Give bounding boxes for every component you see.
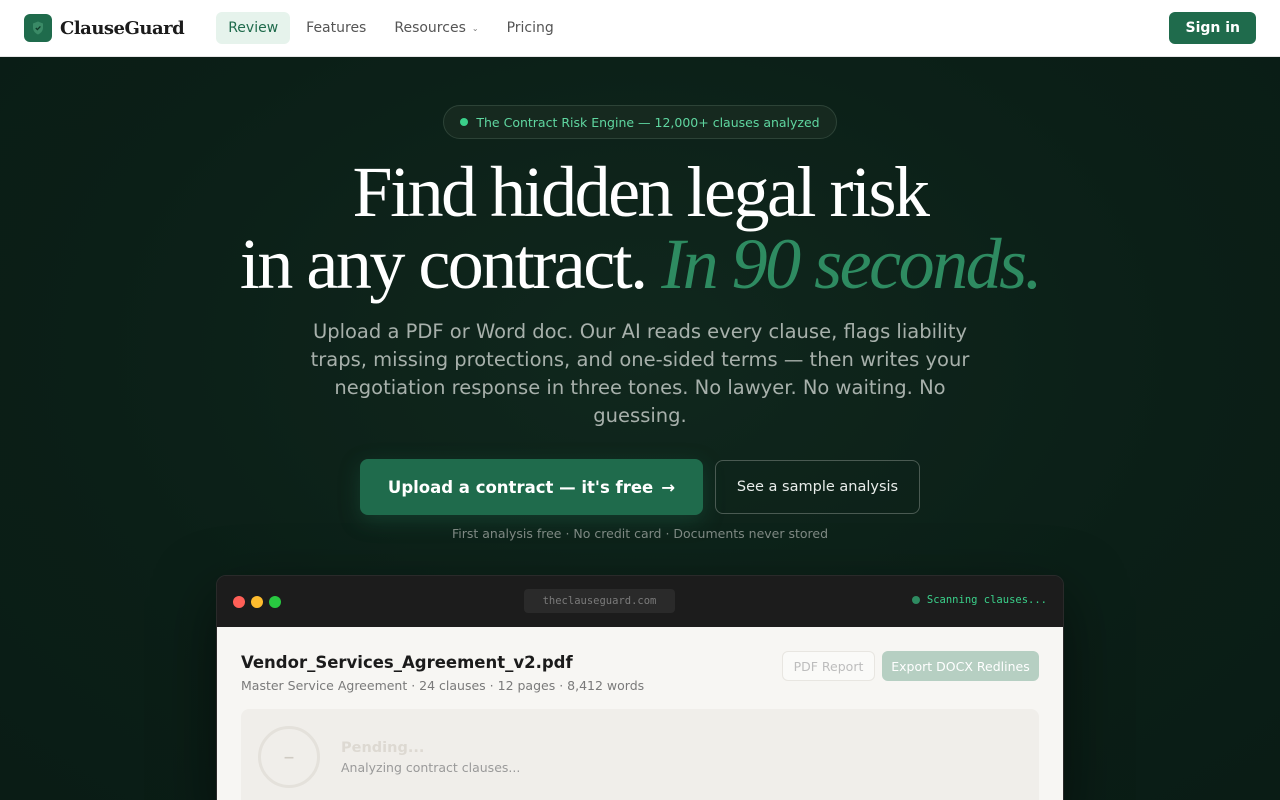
nav-link-resources[interactable]: Resources ⌄ <box>382 12 490 44</box>
hero-headline: Find hidden legal risk in any contract. … <box>0 156 1280 300</box>
pdf-report-button[interactable]: PDF Report <box>782 651 875 681</box>
headline-line-1: Find hidden legal risk <box>352 152 930 232</box>
close-window-icon <box>233 595 245 608</box>
hero-subtitle: Upload a PDF or Word doc. Our AI reads e… <box>310 320 970 427</box>
pending-title: Pending... <box>341 740 425 756</box>
headline-line-2-text: in any contract. <box>239 224 648 304</box>
nav-link-features[interactable]: Features <box>294 12 378 44</box>
brand-name: ClauseGuard <box>60 17 185 39</box>
app-preview-window: theclauseguard.com Scanning clauses... V… <box>216 575 1064 800</box>
maximize-window-icon <box>269 595 281 608</box>
hero-fineprint: First analysis free · No credit card · D… <box>451 526 829 541</box>
minimize-window-icon <box>251 595 263 608</box>
preview-content: Vendor_Services_Agreement_v2.pdf Master … <box>217 627 1063 800</box>
arrow-right-icon: → <box>661 477 676 497</box>
file-meta: Master Service Agreement · 24 clauses · … <box>241 678 645 693</box>
nav-link-review[interactable]: Review <box>216 12 291 44</box>
hero-badge-text: The Contract Risk Engine — 12,000+ claus… <box>476 114 820 130</box>
nav-link-pricing[interactable]: Pricing <box>495 12 566 44</box>
browser-chrome: theclauseguard.com Scanning clauses... <box>217 576 1063 627</box>
hero-badge: The Contract Risk Engine — 12,000+ claus… <box>443 105 837 139</box>
top-nav: ClauseGuard Review Features Resources ⌄ P… <box>0 0 1280 57</box>
risk-score-card: – Pending... Analyzing contract clauses.… <box>241 709 1039 800</box>
address-bar: theclauseguard.com <box>524 589 675 613</box>
nav-link-label: Pricing <box>506 20 554 36</box>
export-docx-button[interactable]: Export DOCX Redlines <box>882 651 1039 681</box>
file-name: Vendor_Services_Agreement_v2.pdf <box>241 653 573 672</box>
upload-contract-label: Upload a contract — it's free <box>387 477 654 497</box>
brand[interactable]: ClauseGuard <box>24 14 185 42</box>
nav-link-label: Review <box>228 20 279 36</box>
pending-subtitle: Analyzing contract clauses... <box>341 760 521 775</box>
scan-status: Scanning clauses... <box>911 594 1047 606</box>
nav-link-label: Resources <box>394 20 466 36</box>
headline-accent: In 90 seconds. <box>661 224 1042 304</box>
scan-status-text: Scanning clauses... <box>926 594 1047 606</box>
upload-contract-button[interactable]: Upload a contract — it's free → <box>360 459 703 515</box>
sign-in-button[interactable]: Sign in <box>1169 12 1256 44</box>
headline-line-2: in any contract. In 90 seconds. <box>0 228 1280 300</box>
status-dot-icon <box>911 596 920 604</box>
sample-analysis-button[interactable]: See a sample analysis <box>715 460 920 514</box>
shield-check-icon <box>24 14 52 42</box>
chevron-down-icon: ⌄ <box>471 23 479 33</box>
score-ring: – <box>258 726 320 788</box>
status-dot-icon <box>460 118 469 126</box>
nav-links: Review Features Resources ⌄ Pricing <box>216 12 566 44</box>
nav-link-label: Features <box>306 20 367 36</box>
